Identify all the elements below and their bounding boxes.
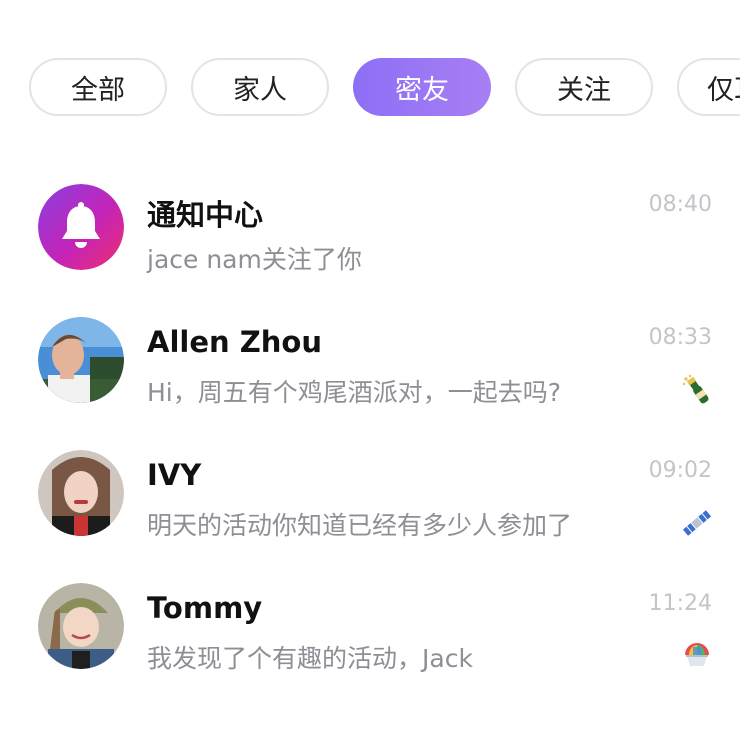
tab-following[interactable]: 关注 (515, 58, 653, 116)
conversation-name: IVY (147, 458, 202, 492)
champagne-icon (680, 373, 714, 407)
shaved-ice-icon (680, 639, 714, 673)
bell-icon (38, 184, 124, 270)
conversation-name: 通知中心 (147, 198, 264, 232)
conversation-preview: 明天的活动你知道已经有多少人参加了 (147, 511, 573, 540)
avatar (38, 583, 124, 669)
conversation-time: 09:02 (648, 458, 712, 483)
conversation-item[interactable]: 通知中心 jace nam关注了你 08:40 (0, 170, 740, 290)
allen-avatar-photo (38, 317, 124, 403)
conversation-item[interactable]: Allen Zhou Hi，周五有个鸡尾酒派对，一起去吗? 08:33 (0, 303, 740, 423)
filter-tab-bar: 全部 家人 密友 关注 仅耳 (0, 0, 740, 140)
tab-more[interactable]: 仅耳 (677, 58, 740, 116)
tab-close-friends[interactable]: 密友 (353, 58, 491, 116)
avatar (38, 450, 124, 536)
tommy-avatar-photo (38, 583, 124, 669)
conversation-time: 08:33 (648, 325, 712, 350)
conversation-preview: Hi，周五有个鸡尾酒派对，一起去吗? (147, 378, 562, 407)
conversation-item[interactable]: IVY 明天的活动你知道已经有多少人参加了 09:02 (0, 436, 740, 556)
satellite-icon (680, 506, 714, 540)
avatar (38, 317, 124, 403)
notification-avatar (38, 184, 124, 270)
tab-family[interactable]: 家人 (191, 58, 329, 116)
conversation-item[interactable]: Tommy 我发现了个有趣的活动，Jack 11:24 (0, 569, 740, 689)
ivy-avatar-photo (38, 450, 124, 536)
conversation-time: 11:24 (648, 591, 712, 616)
conversation-preview: 我发现了个有趣的活动，Jack (147, 644, 473, 673)
tab-all[interactable]: 全部 (29, 58, 167, 116)
conversation-name: Allen Zhou (147, 325, 322, 359)
conversation-preview: jace nam关注了你 (147, 245, 362, 274)
conversation-time: 08:40 (648, 192, 712, 217)
conversation-name: Tommy (147, 591, 263, 625)
